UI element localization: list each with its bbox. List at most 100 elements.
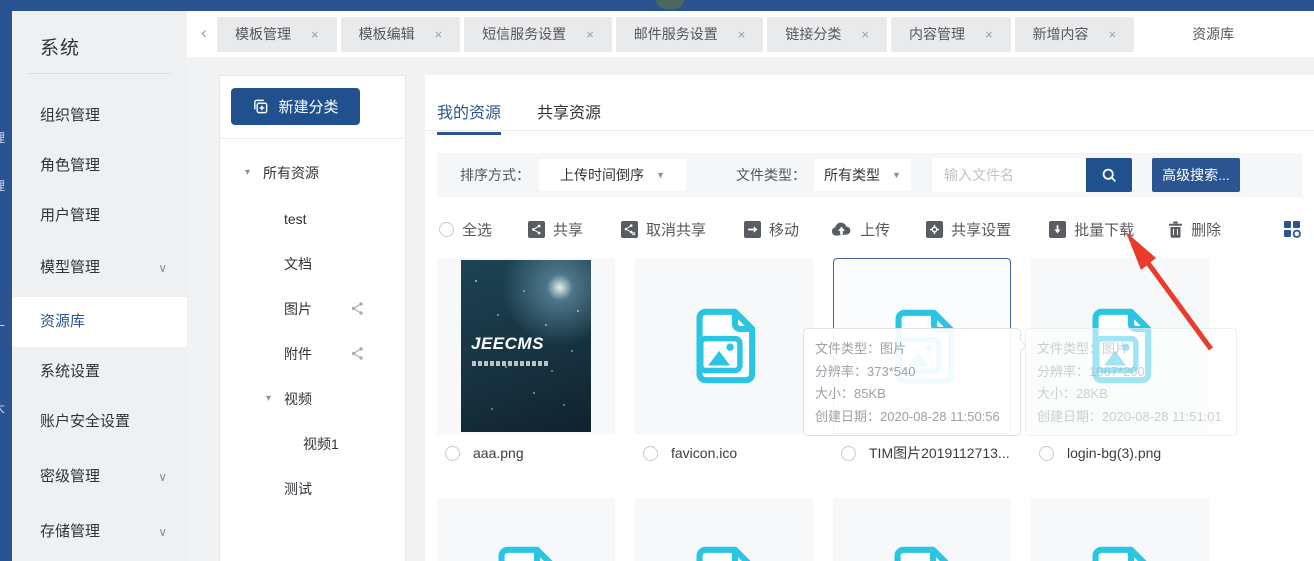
file-info-tooltip-faded: 文件类型：图片 分辨率：1067*200 大小：28KB 创建日期：2020-0… (1025, 328, 1237, 436)
unshare-icon (621, 220, 639, 238)
tree-node-label: 文档 (284, 256, 312, 272)
share-button[interactable]: 共享 (528, 219, 583, 240)
sidebar-item-label: 角色管理 (40, 157, 101, 174)
close-icon[interactable]: × (586, 27, 594, 42)
search-button[interactable] (1086, 158, 1132, 192)
tree-node-video1[interactable]: 视频1 (303, 434, 339, 454)
file-card[interactable] (635, 498, 813, 561)
resource-main-panel: 我的资源 共享资源 排序方式： 上传时间倒序 ▼ 文件类型： 所有类型 ▼ 输入… (425, 75, 1314, 561)
file-radio[interactable] (1039, 445, 1054, 461)
divider (28, 73, 171, 74)
tab-sms-settings[interactable]: 短信服务设置 × (464, 16, 612, 52)
tab-template-edit[interactable]: 模板编辑 × (340, 16, 461, 52)
file-card[interactable] (833, 498, 1011, 561)
tree-node-attachments[interactable]: 附件 (284, 344, 363, 364)
tree-node-video[interactable]: ▾ 视频 (266, 389, 312, 409)
tree-node-test2[interactable]: 测试 (284, 479, 312, 499)
close-icon[interactable]: × (435, 27, 443, 42)
tab-content-management[interactable]: 内容管理 × (890, 16, 1011, 52)
tab-template-management[interactable]: 模板管理 × (217, 16, 337, 52)
sidebar-item-organization[interactable]: 组织管理 (12, 91, 187, 141)
sidebar-item-security-level[interactable]: 密级管理 ∨ (12, 452, 187, 502)
close-icon[interactable]: × (985, 27, 993, 42)
tooltip-file-type: 文件类型：图片 (1037, 341, 1129, 356)
image-file-icon (696, 308, 756, 384)
tree-node-images[interactable]: 图片 (284, 299, 363, 319)
tree-node-test[interactable]: test (284, 209, 307, 229)
tooltip-file-type: 文件类型：图片 (815, 341, 907, 356)
tooltip-created: 创建日期：2020-08-28 11:51:01 (1037, 408, 1222, 424)
caret-down-icon: ▼ (656, 170, 665, 180)
select-all-radio[interactable] (439, 221, 454, 237)
unshare-button[interactable]: 取消共享 (621, 219, 706, 240)
file-card[interactable] (1031, 498, 1209, 561)
file-name: aaa.png (473, 445, 524, 461)
move-button[interactable]: 移动 (744, 219, 799, 240)
shared-icon[interactable] (350, 346, 365, 361)
file-type-select[interactable]: 所有类型 ▼ (814, 159, 911, 191)
collapsed-nav-rail[interactable]: 理 理 一 大 (0, 11, 12, 561)
file-radio[interactable] (841, 445, 856, 461)
new-category-button[interactable]: 新建分类 (231, 88, 360, 125)
expand-arrow-icon[interactable]: ▾ (245, 163, 250, 183)
tree-node-docs[interactable]: 文档 (284, 254, 312, 274)
expand-arrow-icon[interactable]: ▾ (266, 389, 271, 409)
file-type-select-value: 所有类型 (824, 167, 881, 183)
grid-view-toggle-icon[interactable] (1283, 220, 1304, 238)
file-radio[interactable] (643, 445, 658, 461)
close-icon[interactable]: × (311, 27, 319, 42)
search-group (932, 158, 1132, 192)
sidebar-item-role[interactable]: 角色管理 (12, 141, 187, 191)
tab-my-resources[interactable]: 我的资源 (437, 99, 502, 135)
close-icon[interactable]: × (861, 27, 869, 42)
file-name-row: TIM图片2019112713... (841, 444, 1010, 462)
upload-label: 上传 (860, 221, 891, 239)
tree-node-label: 图片 (284, 301, 312, 317)
file-card[interactable] (437, 498, 615, 561)
file-card[interactable] (635, 258, 813, 434)
select-all-control[interactable]: 全选 (439, 219, 492, 240)
file-radio[interactable] (445, 445, 460, 461)
tree-node-label: test (284, 211, 307, 227)
share-settings-button[interactable]: 共享设置 (926, 219, 1011, 240)
file-card[interactable]: JEECMS (437, 258, 615, 434)
tab-resource-library[interactable]: 资源库 (1138, 16, 1289, 52)
search-icon (1102, 168, 1116, 182)
share-settings-icon (926, 220, 944, 238)
sidebar: 系统 组织管理 角色管理 用户管理 模型管理 ∨ 资源库 系统设置 账户安全设置 … (12, 11, 187, 561)
file-thumbnail-poster: JEECMS (461, 260, 591, 432)
tab-mail-settings[interactable]: 邮件服务设置 × (615, 16, 764, 52)
upload-button[interactable]: 上传 (831, 219, 890, 240)
close-icon[interactable]: × (738, 27, 746, 42)
action-toolbar: 全选 共享 取消共享 移动 上传 共享设置 批量下载 删除 (425, 214, 1314, 244)
filename-search-input[interactable] (932, 158, 1086, 192)
sidebar-item-user[interactable]: 用户管理 (12, 191, 187, 241)
constellation-dots (475, 280, 477, 282)
close-icon[interactable]: × (1109, 27, 1117, 42)
add-category-icon (254, 99, 268, 114)
sidebar-item-account-security[interactable]: 账户安全设置 (12, 397, 187, 447)
tab-shared-resources[interactable]: 共享资源 (537, 99, 601, 132)
sort-select[interactable]: 上传时间倒序 ▼ (539, 159, 686, 191)
advanced-search-button[interactable]: 高级搜索... (1152, 158, 1240, 192)
tabs-scroll-left-icon[interactable]: ‹ (195, 22, 213, 46)
cloud-upload-icon (831, 222, 851, 236)
delete-button[interactable]: 删除 (1168, 219, 1221, 240)
filter-bar: 排序方式： 上传时间倒序 ▼ 文件类型： 所有类型 ▼ 高级搜索... (437, 153, 1302, 197)
sidebar-item-storage[interactable]: 存储管理 ∨ (12, 507, 187, 557)
sidebar-item-label: 资源库 (40, 313, 86, 330)
tree-node-all-resources[interactable]: ▾ 所有资源 (245, 163, 319, 183)
share-label: 共享 (553, 221, 584, 239)
move-label: 移动 (769, 221, 800, 239)
sidebar-item-resource-library[interactable]: 资源库 (12, 297, 187, 347)
batch-download-button[interactable]: 批量下载 (1049, 219, 1134, 240)
shared-icon[interactable] (350, 301, 365, 316)
sidebar-item-system-settings[interactable]: 系统设置 (12, 347, 187, 397)
tab-label: 内容管理 (908, 26, 965, 42)
select-all-label: 全选 (462, 221, 493, 239)
tooltip-size: 大小：85KB (815, 386, 886, 401)
tab-new-content[interactable]: 新增内容 × (1014, 16, 1135, 52)
divider (220, 138, 405, 139)
tab-link-category[interactable]: 链接分类 × (767, 16, 887, 52)
sidebar-item-model[interactable]: 模型管理 ∨ (12, 243, 187, 293)
